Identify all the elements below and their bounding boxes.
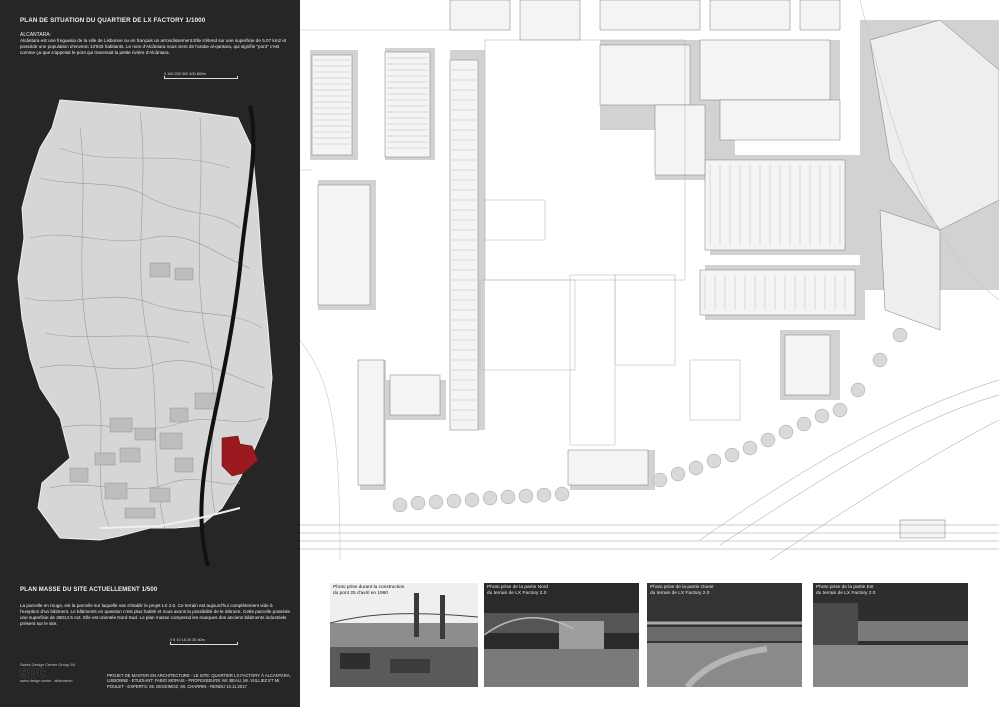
photo-caption-line: du pont 25 d'avril en 1960 <box>333 591 389 596</box>
photo-caption: Photo prise de la partie Nord du terrain… <box>487 585 548 597</box>
photo-caption: Photo prise durant la construction du po… <box>333 585 404 597</box>
photo-north-image <box>483 583 639 687</box>
photo-east-view: Photo prise de la partie Est du terrain … <box>813 583 968 687</box>
scale-bar-site-line <box>170 642 238 645</box>
school-logo: Swiss Design Center Group 54 SDC swiss d… <box>20 662 100 683</box>
scale-bar-situation: 0 100 200 300 400 800m <box>164 72 238 79</box>
photo-west-view: Photo prise de la partie Ouest du terrai… <box>647 583 802 689</box>
photo-caption: Photo prise de la partie Est du terrain … <box>816 585 875 597</box>
site-plan-title: PLAN MASSE DU SITE ACTUELLEMENT 1/500 <box>20 587 158 593</box>
scale-bar-site: 0 5 10 15 20 30 40m <box>170 638 238 645</box>
photo-historic-image <box>329 583 479 687</box>
photo-historic-construction: Photo prise durant la construction du po… <box>329 583 479 687</box>
photo-west-image <box>647 583 802 689</box>
situation-map <box>17 99 273 567</box>
left-info-panel: PLAN DE SITUATION DU QUARTIER DE LX FACT… <box>0 0 300 707</box>
logo-mark: SDC <box>20 666 47 680</box>
scale-bar-situation-line <box>164 76 238 79</box>
intro-paragraph: Alcântara est une freguesia de la ville … <box>20 38 287 55</box>
photo-caption-line: du terrain de LX Factory 2.0 <box>650 591 710 596</box>
photo-caption: Photo prise de la partie Ouest du terrai… <box>650 585 713 597</box>
photo-north-view: Photo prise de la partie Nord du terrain… <box>483 583 639 687</box>
photo-caption-line: du terrain de LX Factory 2.0 <box>816 591 876 596</box>
poster-board: PLAN DE SITUATION DU QUARTIER DE LX FACT… <box>0 0 999 707</box>
project-credits: PROJET DE MASTER EN ARCHITECTURE - LE SI… <box>107 673 291 689</box>
photo-east-image <box>813 583 968 687</box>
situation-plan-title: PLAN DE SITUATION DU QUARTIER DE LX FACT… <box>20 17 206 24</box>
photo-caption-line: du terrain de LX Factory 2.0 <box>487 591 547 596</box>
logo-line-2: swiss design center - athenaeum <box>20 679 73 683</box>
site-plan-paragraph: La parcelle en rouge, est la parcelle su… <box>20 603 291 626</box>
